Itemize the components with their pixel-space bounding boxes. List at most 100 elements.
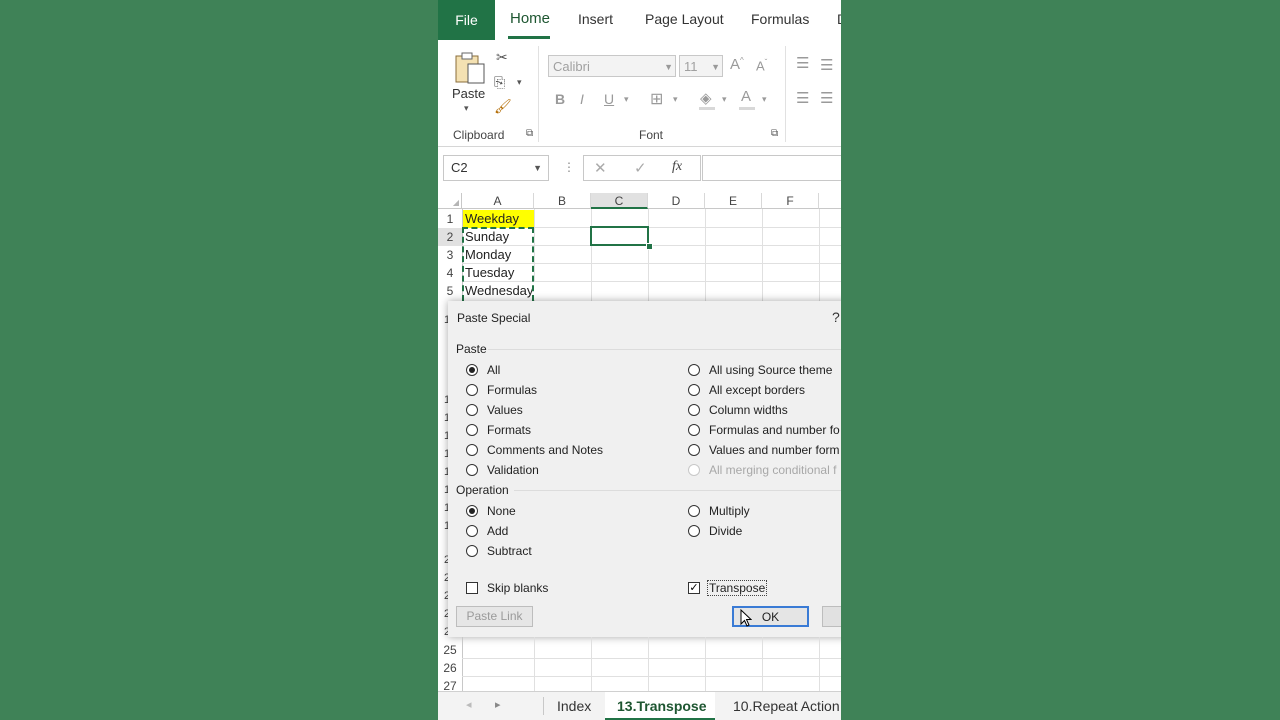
tab-page-layout[interactable]: Page Layout (645, 11, 724, 27)
enter-icon[interactable]: ✓ (634, 159, 647, 177)
cell-a1[interactable]: Weekday (463, 210, 534, 228)
borders-icon[interactable]: ⊞ (650, 89, 663, 109)
column-header[interactable]: D (648, 193, 705, 209)
column-header[interactable]: C (591, 193, 648, 209)
radio-icon (688, 384, 700, 396)
copy-icon[interactable]: ⎘ (494, 74, 505, 91)
paste-option-formulas[interactable]: Formulas (466, 383, 646, 399)
decrease-font-icon[interactable]: Aˇ (756, 58, 767, 73)
italic-button[interactable]: I (580, 91, 584, 107)
radio-icon (466, 404, 478, 416)
option-label: Values and number form (709, 443, 840, 457)
paste-option-values-number[interactable]: Values and number form (688, 443, 841, 459)
option-label: None (487, 504, 516, 518)
radio-icon (688, 424, 700, 436)
row-header[interactable]: 5 (438, 282, 462, 300)
row-header[interactable]: 2 (438, 228, 462, 246)
align-left-icon[interactable]: ☰ (796, 89, 809, 107)
operation-option-add[interactable]: Add (466, 524, 646, 540)
scroll-right-icon[interactable]: ▸ (495, 698, 501, 711)
paste-option-formulas-number[interactable]: Formulas and number fo (688, 423, 841, 439)
cut-icon[interactable]: ✂ (496, 49, 508, 66)
sheet-tab-index[interactable]: Index (557, 698, 591, 714)
column-header[interactable]: E (705, 193, 762, 209)
grid-line (591, 209, 592, 303)
paste-option-validation[interactable]: Validation (466, 463, 646, 479)
row-header[interactable]: 1 (438, 210, 462, 228)
row-header[interactable]: 25 (438, 641, 462, 659)
name-box[interactable]: C2 ▼ (443, 155, 549, 181)
ribbon-tabs: File Home Insert Page Layout Formulas D (438, 0, 841, 40)
dialog-title: Paste Special (457, 311, 531, 325)
chevron-down-icon: ▼ (533, 163, 542, 173)
option-label: Multiply (709, 504, 750, 518)
chevron-down-icon[interactable]: ▾ (624, 94, 629, 105)
increase-font-icon[interactable]: A^ (730, 56, 744, 73)
sheet-tab-repeat-action[interactable]: 10.Repeat Action (733, 698, 840, 714)
column-header[interactable]: B (534, 193, 591, 209)
cancel-icon[interactable]: ✕ (594, 159, 607, 177)
transpose-checkbox[interactable]: ✓ Transpose (688, 580, 828, 597)
column-header[interactable]: A (462, 193, 534, 209)
row-header[interactable]: 26 (438, 659, 462, 677)
paste-option-except-borders[interactable]: All except borders (688, 383, 841, 399)
chevron-down-icon[interactable]: ▾ (673, 94, 678, 105)
chevron-down-icon[interactable]: ▾ (762, 94, 767, 105)
tab-separator (543, 697, 544, 715)
radio-icon (466, 424, 478, 436)
option-label: All except borders (709, 383, 806, 397)
paste-option-formats[interactable]: Formats (466, 423, 646, 439)
tab-file[interactable]: File (438, 0, 495, 40)
operation-option-none[interactable]: None (466, 504, 646, 520)
help-icon[interactable]: ? (832, 309, 840, 325)
paste-option-column-widths[interactable]: Column widths (688, 403, 841, 419)
operation-option-divide[interactable]: Divide (688, 524, 841, 540)
align-center-icon[interactable]: ☰ (820, 89, 833, 107)
font-color-icon[interactable]: A (741, 88, 751, 105)
tab-home[interactable]: Home (510, 10, 550, 27)
dialog-launcher-icon[interactable]: ⧉ (526, 128, 533, 139)
operation-section-label: Operation (456, 483, 509, 497)
select-all-corner[interactable]: ◢ (438, 193, 462, 209)
paste-option-all[interactable]: All (466, 363, 646, 379)
align-top-icon[interactable]: ☰ (796, 54, 809, 72)
fill-handle[interactable] (646, 243, 653, 250)
chevron-down-icon[interactable]: ▾ (722, 94, 727, 105)
underline-button[interactable]: U (604, 91, 614, 107)
radio-icon (688, 505, 700, 517)
row-header[interactable]: 3 (438, 246, 462, 264)
tab-formulas[interactable]: Formulas (751, 11, 809, 27)
sheet-tab-transpose[interactable]: 13.Transpose (605, 692, 715, 720)
fill-color-icon[interactable]: ◈ (700, 89, 712, 107)
tab-insert[interactable]: Insert (578, 11, 613, 27)
paste-option-source-theme[interactable]: All using Source theme (688, 363, 841, 379)
column-header[interactable]: F (762, 193, 819, 209)
paste-option-comments[interactable]: Comments and Notes (466, 443, 646, 459)
formula-input[interactable] (702, 155, 841, 181)
paste-button[interactable]: Paste ▾ (450, 48, 486, 118)
align-middle-icon[interactable]: ☰ (820, 56, 833, 74)
tab-data[interactable]: D (837, 11, 841, 27)
row-header[interactable]: 4 (438, 264, 462, 282)
operation-option-subtract[interactable]: Subtract (466, 544, 646, 560)
cancel-button[interactable] (822, 606, 841, 627)
checkbox-label: Transpose (707, 580, 768, 596)
format-painter-icon[interactable]: 🖌 (494, 98, 512, 115)
column-header[interactable] (819, 193, 841, 209)
radio-icon (466, 384, 478, 396)
dialog-launcher-icon[interactable]: ⧉ (771, 128, 778, 139)
scroll-left-icon[interactable]: ◂ (466, 698, 472, 711)
bold-button[interactable]: B (555, 91, 565, 107)
operation-option-multiply[interactable]: Multiply (688, 504, 841, 520)
skip-blanks-checkbox[interactable]: Skip blanks (466, 581, 606, 597)
active-cell-selection[interactable] (590, 226, 649, 246)
insert-function-icon[interactable]: fx (672, 159, 682, 175)
option-label: Add (487, 524, 509, 538)
section-divider (488, 349, 841, 350)
grid-line (762, 209, 763, 303)
paste-option-values[interactable]: Values (466, 403, 646, 419)
chevron-down-icon[interactable]: ▾ (517, 77, 522, 88)
checkbox-icon (466, 582, 478, 594)
font-name-combo[interactable]: Calibri ▼ (548, 55, 676, 77)
font-size-combo[interactable]: 11 ▼ (679, 55, 723, 77)
